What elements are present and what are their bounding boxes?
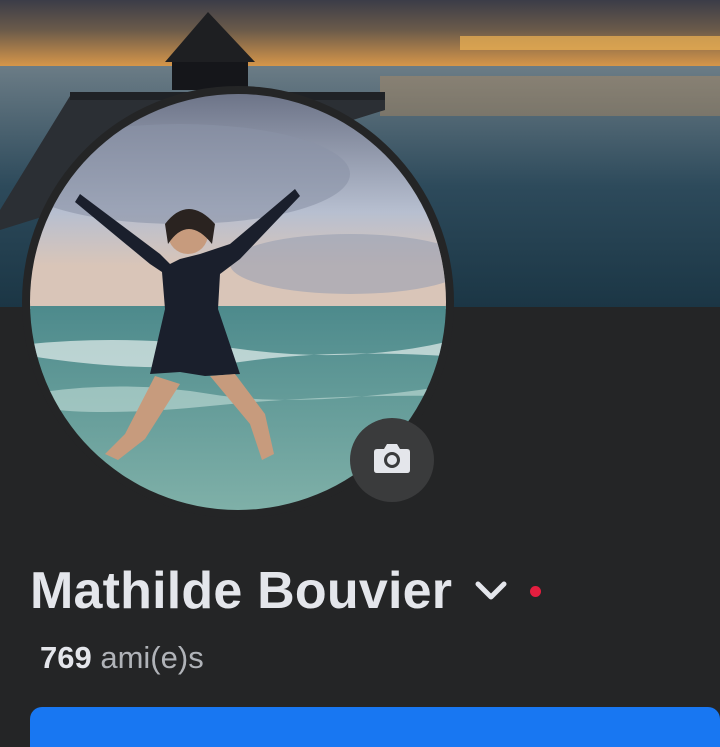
camera-icon: [373, 442, 411, 479]
friends-count-label: ami(e)s: [100, 640, 204, 675]
primary-action-button[interactable]: [30, 707, 720, 747]
chevron-down-icon[interactable]: [474, 580, 508, 602]
friends-count-number: 769: [40, 640, 92, 675]
friends-count[interactable]: 769 ami(e)s: [40, 638, 204, 678]
notification-dot: [530, 585, 542, 597]
profile-name: Mathilde Bouvier: [30, 562, 453, 620]
change-profile-picture-button[interactable]: [350, 418, 434, 502]
profile-name-row: Mathilde Bouvier: [30, 560, 542, 622]
